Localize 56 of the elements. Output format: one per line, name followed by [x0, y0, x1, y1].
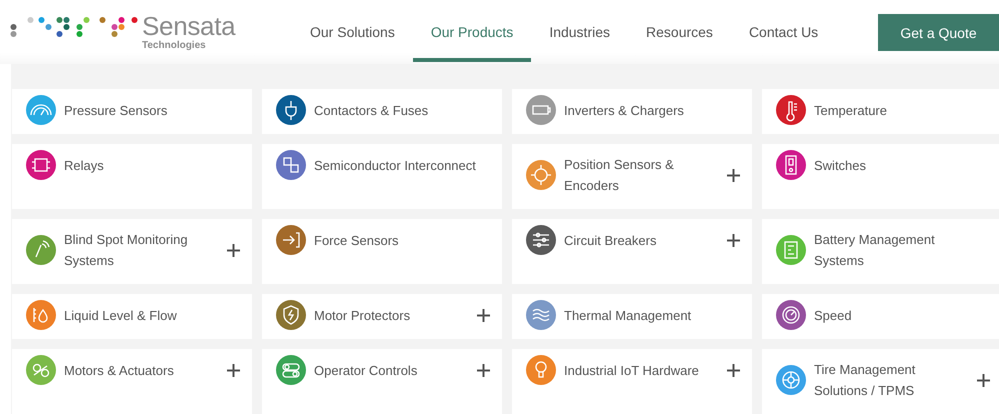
category-card[interactable]: Force Sensors	[262, 219, 502, 284]
plus-icon[interactable]	[727, 168, 740, 182]
plus-icon[interactable]	[227, 244, 240, 256]
category-label: Tire Management Solutions / TPMS	[813, 361, 916, 400]
category-label: Speed	[813, 306, 853, 325]
category-card[interactable]: Pressure Sensors	[12, 89, 252, 134]
category-label: Motor Protectors	[313, 306, 412, 324]
category-label: Contactors & Fuses	[313, 102, 430, 120]
category-card[interactable]: Tire Management Solutions / TPMS	[762, 349, 999, 414]
nav-tab[interactable]: Resources	[628, 0, 731, 62]
category-label: Operator Controls	[313, 362, 418, 380]
category-label: Position Sensors & Encoders	[563, 156, 675, 195]
plus-icon[interactable]	[727, 234, 740, 246]
category-card[interactable]: Thermal Management	[512, 294, 752, 339]
category-card[interactable]: Motors & Actuators	[12, 349, 252, 414]
nav-tab[interactable]: Contact Us	[730, 0, 836, 62]
category-label: Thermal Management	[563, 306, 692, 325]
category-label: Liquid Level & Flow	[63, 306, 178, 325]
plus-icon[interactable]	[477, 364, 490, 376]
logo-dots-icon	[10, 17, 138, 37]
category-label: Motors & Actuators	[63, 362, 175, 380]
category-label: Inverters & Chargers	[563, 102, 685, 120]
category-label: Pressure Sensors	[63, 102, 168, 120]
category-card[interactable]: Temperature	[762, 89, 999, 134]
category-label: Force Sensors	[313, 232, 400, 250]
plus-icon[interactable]	[977, 374, 990, 386]
category-card[interactable]: Speed	[762, 294, 999, 339]
category-label: Relays	[63, 156, 105, 175]
category-label: Circuit Breakers	[563, 232, 658, 250]
category-label: Battery Management Systems	[813, 231, 936, 270]
category-card[interactable]: Circuit Breakers	[512, 219, 752, 284]
category-card[interactable]: Liquid Level & Flow	[12, 294, 252, 339]
category-label: Switches	[813, 156, 868, 174]
category-card[interactable]: Battery Management Systems	[762, 219, 999, 284]
quote-button[interactable]: Get a Quote	[878, 14, 999, 51]
category-card[interactable]: Blind Spot Monitoring Systems	[12, 219, 252, 284]
category-card[interactable]: Operator Controls	[262, 349, 502, 414]
category-card[interactable]: Industrial IoT Hardware	[512, 349, 752, 414]
category-label: Industrial IoT Hardware	[563, 362, 700, 380]
category-card[interactable]: Inverters & Chargers	[512, 89, 752, 134]
category-card[interactable]: Relays	[12, 144, 252, 209]
category-card[interactable]: Motor Protectors	[262, 294, 502, 339]
nav-tab[interactable]: Our Solutions	[292, 0, 413, 62]
category-card[interactable]: Switches	[762, 144, 999, 209]
plus-icon[interactable]	[727, 364, 740, 376]
category-card[interactable]: Semiconductor Interconnect	[262, 144, 502, 209]
plus-icon[interactable]	[477, 308, 490, 322]
category-card[interactable]: Position Sensors & Encoders	[512, 144, 752, 209]
nav-tab[interactable]: Industries	[531, 0, 628, 62]
category-label: Semiconductor Interconnect	[313, 156, 477, 174]
category-label: Temperature	[813, 102, 888, 120]
logo-wordmark: Sensata	[142, 15, 236, 37]
category-card[interactable]: Contactors & Fuses	[262, 89, 502, 134]
logo-subtitle: Technologies	[142, 40, 207, 52]
category-label: Blind Spot Monitoring Systems	[63, 231, 189, 270]
plus-icon[interactable]	[227, 364, 240, 376]
